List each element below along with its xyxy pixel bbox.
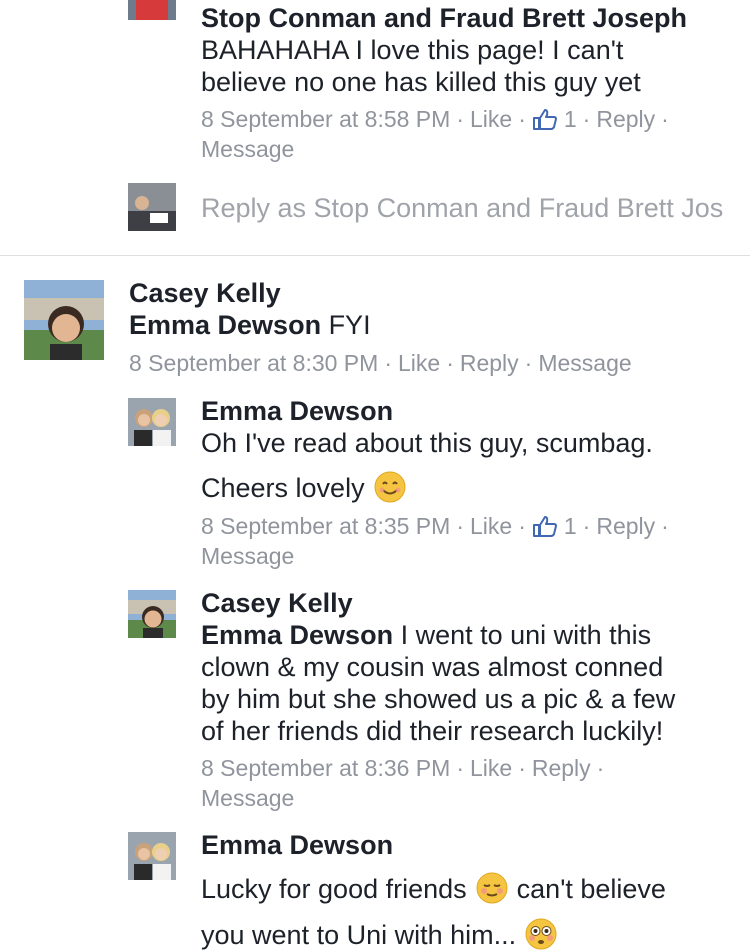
profile-photo xyxy=(128,183,176,231)
reply-link[interactable]: Reply xyxy=(596,513,655,539)
like-link[interactable]: Like xyxy=(470,106,512,132)
comment-text: Emma Dewson FYI xyxy=(129,310,371,340)
reply-author[interactable]: Emma Dewson xyxy=(201,829,393,861)
profile-photo xyxy=(128,398,176,446)
comment-text-line: BAHAHAHA I love this page! I can't xyxy=(201,35,624,65)
mention-link[interactable]: Emma Dewson xyxy=(201,620,393,650)
avatar[interactable] xyxy=(128,590,176,638)
flushed-face-emoji xyxy=(525,918,557,950)
smiling-face-emoji xyxy=(374,471,406,503)
thread-divider xyxy=(0,255,750,256)
reply-text-line: Lucky for good friends can't believe xyxy=(201,871,666,905)
profile-photo xyxy=(128,590,176,638)
reply-text-line: Oh I've read about this guy, scumbag. xyxy=(201,428,653,458)
timestamp[interactable]: 8 September at 8:30 PM xyxy=(129,350,378,376)
blushing-face-emoji xyxy=(476,872,508,904)
comment-author[interactable]: Stop Conman and Fraud Brett Joseph xyxy=(201,2,687,34)
timestamp[interactable]: 8 September at 8:58 PM xyxy=(201,106,450,132)
comment-meta: 8 September at 8:30 PM · Like · Reply · Messag… xyxy=(129,350,632,376)
avatar[interactable] xyxy=(128,832,176,880)
reply-meta: 8 September at 8:35 PM · Like · 1 · Reply · xyxy=(201,513,669,539)
timestamp[interactable]: 8 September at 8:35 PM xyxy=(201,513,450,539)
mention-link[interactable]: Emma Dewson xyxy=(129,310,321,340)
reply-text-line: by him but she showed us a pic & a few xyxy=(201,684,676,714)
avatar[interactable] xyxy=(128,398,176,446)
reply-meta: 8 September at 8:36 PM · Like · Reply · xyxy=(201,755,605,781)
message-link[interactable]: Message xyxy=(201,541,294,571)
reply-link[interactable]: Reply xyxy=(596,106,655,132)
like-link[interactable]: Like xyxy=(398,350,440,376)
comment-author[interactable]: Casey Kelly xyxy=(129,277,281,309)
reply-text-line: Emma Dewson I went to uni with this xyxy=(201,620,652,650)
reply-link[interactable]: Reply xyxy=(532,755,591,781)
profile-photo xyxy=(128,0,176,20)
thumbs-up-icon xyxy=(532,109,557,130)
like-link[interactable]: Like xyxy=(470,513,512,539)
reply-text-line: Cheers lovely xyxy=(201,470,407,504)
message-link[interactable]: Message xyxy=(538,350,631,376)
like-count[interactable]: 1 xyxy=(532,106,577,132)
reply-as-input[interactable]: Reply as Stop Conman and Fraud Brett Jos xyxy=(201,192,723,224)
comment-meta: 8 September at 8:58 PM · Like · 1 · Reply · xyxy=(201,106,669,132)
avatar[interactable] xyxy=(128,0,176,20)
profile-photo xyxy=(128,832,176,880)
comment-text-line: believe no one has killed this guy yet xyxy=(201,67,641,97)
reply-text-line: you went to Uni with him... xyxy=(201,917,558,951)
message-link[interactable]: Message xyxy=(201,783,294,813)
reply-text-line: clown & my cousin was almost conned xyxy=(201,652,664,682)
thumbs-up-icon xyxy=(532,516,557,537)
reply-author[interactable]: Casey Kelly xyxy=(201,587,353,619)
like-count[interactable]: 1 xyxy=(532,513,577,539)
message-link[interactable]: Message xyxy=(201,134,294,164)
avatar xyxy=(128,183,176,231)
timestamp[interactable]: 8 September at 8:36 PM xyxy=(201,755,450,781)
avatar[interactable] xyxy=(24,280,104,360)
like-link[interactable]: Like xyxy=(470,755,512,781)
reply-link[interactable]: Reply xyxy=(460,350,519,376)
reply-author[interactable]: Emma Dewson xyxy=(201,395,393,427)
reply-text-line: of her friends did their research luckil… xyxy=(201,716,664,746)
profile-photo xyxy=(24,280,104,360)
